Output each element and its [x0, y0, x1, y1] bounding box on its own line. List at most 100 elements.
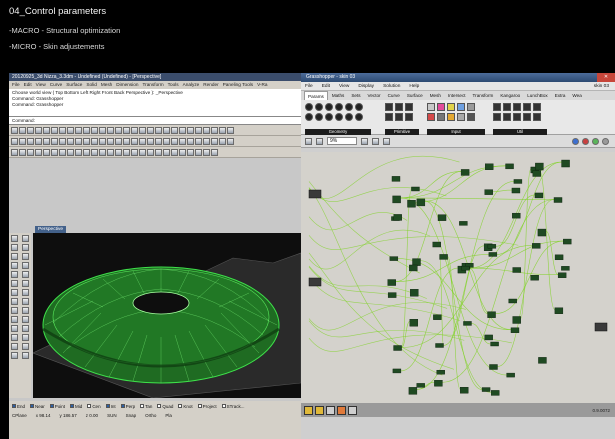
properties-icon[interactable]	[211, 126, 218, 134]
gh-component-node[interactable]	[512, 212, 521, 219]
eye-icon[interactable]	[372, 137, 379, 145]
mesh-tool-icon[interactable]	[11, 298, 18, 305]
gh-component-node[interactable]	[432, 241, 441, 248]
zoom-extents-icon[interactable]	[361, 137, 368, 145]
gh-menu-display[interactable]: Display	[358, 82, 374, 90]
unlock-icon[interactable]	[115, 148, 122, 156]
osnap-cen[interactable]: Cen	[87, 404, 101, 409]
gh-component-node[interactable]	[407, 200, 416, 208]
join-icon[interactable]	[171, 137, 178, 145]
points-off-icon[interactable]	[83, 148, 90, 156]
zoom-extents-icon[interactable]	[123, 126, 130, 134]
sketch-pen-icon[interactable]	[383, 137, 390, 145]
scale-icon[interactable]	[211, 137, 218, 145]
gh-menu-help[interactable]: Help	[409, 82, 419, 90]
gh-menu-view[interactable]: View	[339, 82, 349, 90]
ungroup-icon[interactable]	[131, 148, 138, 156]
gh-component-node[interactable]	[532, 243, 541, 249]
gh-component-node[interactable]	[459, 221, 468, 226]
gh-component-node[interactable]	[512, 267, 521, 273]
open-file-icon[interactable]	[305, 137, 312, 145]
gh-component-node[interactable]	[513, 179, 523, 184]
tab-sets[interactable]: Sets	[348, 91, 363, 100]
preview-wire-icon[interactable]	[572, 137, 579, 145]
md-slider-icon[interactable]	[457, 113, 465, 121]
environment-map-icon[interactable]	[43, 148, 50, 156]
domain-param-icon[interactable]	[405, 113, 413, 121]
explode-icon[interactable]	[179, 137, 186, 145]
polygon-icon[interactable]	[67, 137, 74, 145]
rhino-menu-view[interactable]: View	[36, 81, 46, 89]
copy-object-icon[interactable]	[195, 137, 202, 145]
gh-component-node[interactable]	[392, 195, 401, 204]
block-icon[interactable]	[171, 148, 178, 156]
render-icon[interactable]	[211, 148, 218, 156]
import-icon[interactable]	[43, 126, 50, 134]
gh-component-node[interactable]	[463, 321, 472, 326]
gh-definition-canvas[interactable]	[301, 152, 615, 414]
osnap-int[interactable]: Int	[105, 404, 116, 409]
trim-icon[interactable]	[155, 137, 162, 145]
tab-vector[interactable]: Vector	[365, 91, 384, 100]
circle-icon[interactable]	[43, 137, 50, 145]
move-tool-icon[interactable]	[11, 316, 18, 323]
osnap-strack[interactable]: STrack...	[221, 404, 245, 409]
gh-component-node[interactable]	[490, 341, 499, 347]
gh-component-node[interactable]	[408, 387, 418, 395]
gh-component-node[interactable]	[488, 252, 498, 257]
bake-icon[interactable]	[304, 405, 313, 415]
circle-param-icon[interactable]	[325, 103, 333, 111]
gh-component-node[interactable]	[393, 214, 402, 221]
surface-tool-icon[interactable]	[22, 280, 29, 287]
brush-icon[interactable]	[337, 405, 346, 415]
save-icon[interactable]	[27, 126, 34, 134]
render-tool-icon[interactable]	[22, 352, 29, 359]
gh-menu-solution[interactable]: Solution	[383, 82, 400, 90]
osnap-tan[interactable]: Tan	[140, 404, 152, 409]
osnap-project[interactable]: Project	[197, 404, 217, 409]
new-file-icon[interactable]	[11, 126, 18, 134]
gh-component-node[interactable]	[439, 254, 448, 260]
redo-icon[interactable]	[83, 126, 90, 134]
extrude-icon[interactable]	[83, 137, 90, 145]
text-param-icon[interactable]	[385, 113, 393, 121]
copy-icon[interactable]	[59, 126, 66, 134]
polyline-tool-icon[interactable]	[22, 244, 29, 251]
gh-component-node[interactable]	[553, 197, 563, 203]
line-icon[interactable]	[19, 137, 26, 145]
gh-component-node[interactable]	[561, 266, 570, 271]
gh-component-node[interactable]	[392, 368, 402, 374]
surface-param-icon[interactable]	[355, 113, 363, 121]
rotate-view-icon[interactable]	[99, 126, 106, 134]
gh-component-node[interactable]	[410, 289, 419, 297]
jump-icon[interactable]	[513, 103, 521, 111]
data-dam-icon[interactable]	[503, 103, 511, 111]
gh-component-node[interactable]	[534, 192, 544, 199]
status-layer[interactable]: SUN	[107, 413, 117, 439]
gh-component-node[interactable]	[436, 369, 445, 375]
tab-transform[interactable]: Transform	[470, 91, 497, 100]
hide-icon[interactable]	[91, 148, 98, 156]
rectangle-param-icon[interactable]	[315, 113, 323, 121]
gh-component-node[interactable]	[409, 319, 419, 327]
osnap-quad[interactable]: Quad	[157, 404, 173, 409]
rhino-command-input[interactable]: Command:	[9, 117, 301, 125]
options-icon[interactable]	[219, 126, 226, 134]
gh-component-node[interactable]	[511, 187, 521, 194]
gh-component-node[interactable]	[512, 316, 521, 324]
array-tool-icon[interactable]	[11, 334, 18, 341]
osnap-end[interactable]: End	[12, 404, 25, 409]
gh-param-node[interactable]	[594, 322, 608, 332]
gh-component-node[interactable]	[563, 238, 572, 245]
recompute-icon[interactable]	[315, 405, 324, 415]
transform-tool-icon[interactable]	[22, 343, 29, 350]
osnap-near[interactable]: Near	[30, 404, 45, 409]
slider-icon[interactable]	[467, 103, 475, 111]
preview-shaded-icon[interactable]	[582, 137, 589, 145]
rhino-perspective-viewport[interactable]	[33, 233, 301, 398]
open-file-icon[interactable]	[19, 126, 26, 134]
print-icon[interactable]	[35, 126, 42, 134]
gh-component-node[interactable]	[530, 274, 539, 281]
rhino-menu-transform[interactable]: Transform	[142, 81, 163, 89]
solid-tool-icon[interactable]	[22, 289, 29, 296]
